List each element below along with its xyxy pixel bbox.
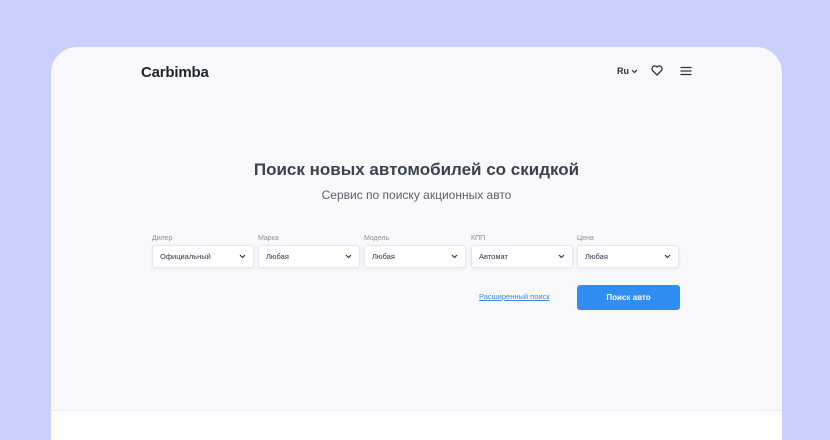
dealer-label: Дилер — [152, 235, 173, 242]
chevron-down-icon — [345, 254, 352, 259]
logo[interactable]: Carbimba — [141, 64, 209, 81]
model-label: Модель — [364, 235, 390, 242]
bottom-section — [51, 410, 782, 440]
transmission-select[interactable]: Автомат — [471, 245, 573, 268]
chevron-down-icon — [558, 254, 565, 259]
search-button[interactable]: Поиск авто — [577, 285, 680, 310]
brand-select[interactable]: Любая — [258, 245, 360, 268]
chevron-down-icon — [451, 254, 458, 259]
price-label: Цена — [577, 235, 594, 242]
heart-icon[interactable] — [651, 65, 663, 76]
chevron-down-icon — [239, 254, 246, 259]
model-filter: Модель Любая — [364, 234, 466, 268]
menu-icon[interactable] — [680, 66, 692, 76]
chevron-down-icon — [664, 254, 671, 259]
model-value: Любая — [372, 252, 395, 261]
chevron-down-icon — [631, 69, 638, 73]
main-card: Carbimba Ru Поиск новых автомобилей со с… — [51, 47, 782, 440]
brand-value: Любая — [266, 252, 289, 261]
dealer-select[interactable]: Официальный — [152, 245, 254, 268]
language-label: Ru — [617, 66, 629, 76]
price-value: Любая — [585, 252, 608, 261]
language-selector[interactable]: Ru — [617, 66, 638, 76]
dealer-value: Официальный — [160, 252, 211, 261]
price-filter: Цена Любая — [577, 234, 679, 268]
transmission-value: Автомат — [479, 252, 508, 261]
model-select[interactable]: Любая — [364, 245, 466, 268]
brand-filter: Марка Любая — [258, 234, 360, 268]
brand-label: Марка — [258, 235, 279, 242]
page-title: Поиск новых автомобилей со скидкой — [253, 160, 580, 179]
transmission-label: КПП — [471, 235, 486, 242]
advanced-search-link[interactable]: Расширенный поиск — [479, 292, 550, 301]
dealer-filter: Дилер Официальный — [152, 234, 254, 268]
page-subtitle: Сервис по поиску акционных авто — [321, 188, 512, 202]
transmission-filter: КПП Автомат — [471, 234, 573, 268]
price-select[interactable]: Любая — [577, 245, 679, 268]
